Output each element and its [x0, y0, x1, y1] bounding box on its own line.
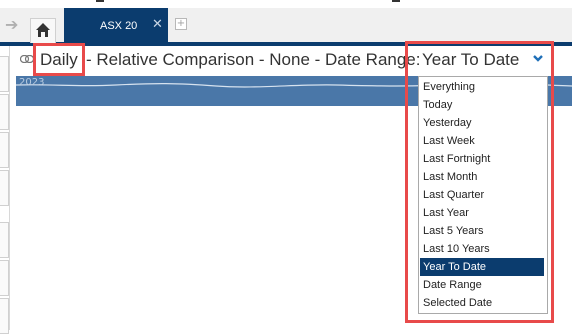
rail-item[interactable]: [0, 132, 9, 168]
rail-item[interactable]: [0, 260, 9, 296]
rail-item[interactable]: [0, 298, 9, 334]
back-arrow-icon[interactable]: ➔: [5, 17, 21, 33]
highlight-box: [405, 41, 554, 323]
rail-item[interactable]: [0, 56, 9, 92]
page-title: - Relative Comparison - None - Date Rang…: [86, 50, 421, 69]
top-dash: [96, 0, 104, 2]
tab-asx-20[interactable]: ASX 20 ✕: [64, 8, 168, 42]
rail-item[interactable]: [0, 222, 9, 258]
rail-item[interactable]: [0, 170, 9, 206]
close-icon[interactable]: ✕: [152, 17, 163, 32]
home-button[interactable]: [30, 18, 56, 43]
left-rail: [0, 46, 10, 334]
top-strip: [0, 0, 572, 8]
link-icon: [20, 55, 34, 63]
top-dash: [392, 0, 400, 2]
home-icon: [36, 23, 50, 37]
rail-item[interactable]: [0, 94, 9, 130]
year-label: 2023: [19, 77, 45, 88]
tab-label: ASX 20: [100, 20, 138, 32]
plus-icon[interactable]: +: [175, 18, 187, 30]
highlight-box: [33, 43, 85, 76]
